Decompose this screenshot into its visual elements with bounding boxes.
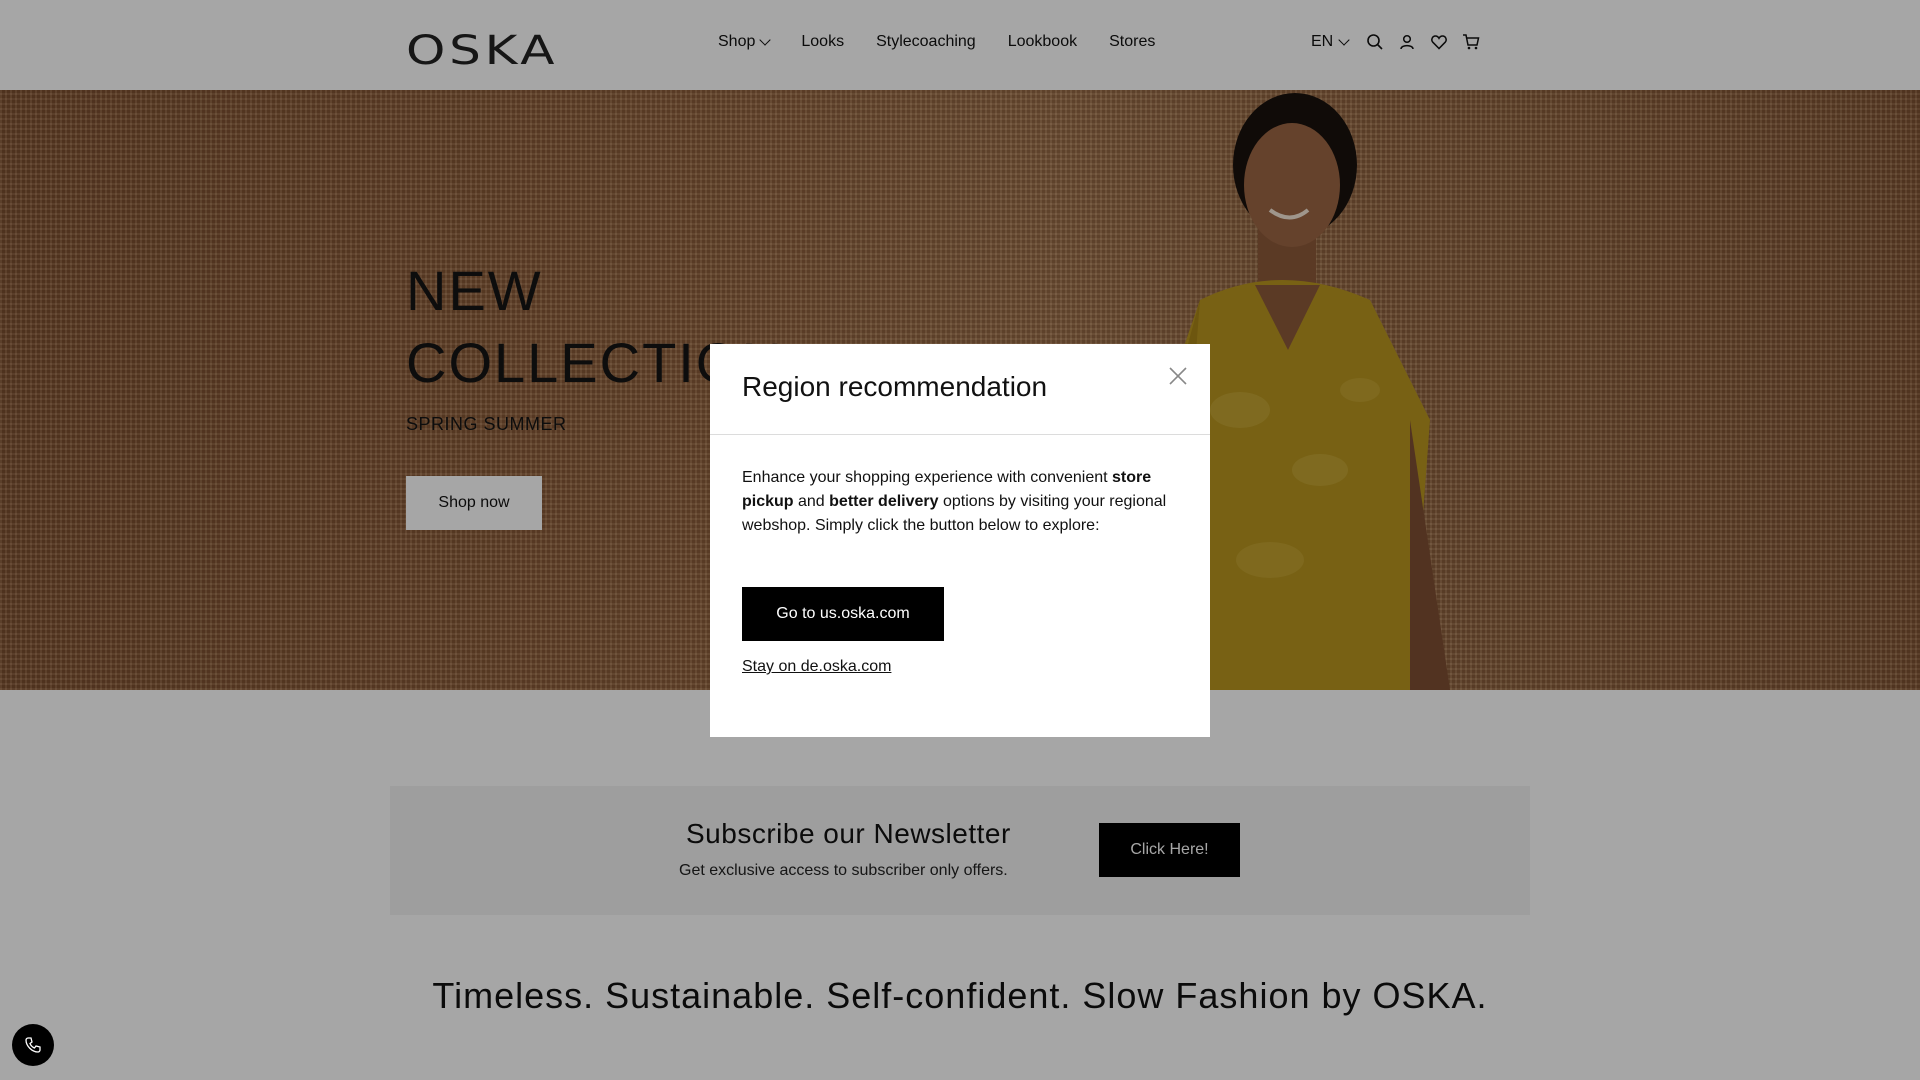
go-to-us-button[interactable]: Go to us.oska.com (742, 587, 944, 641)
modal-text-bold: better delivery (829, 493, 939, 510)
stay-on-de-link[interactable]: Stay on de.oska.com (742, 658, 891, 676)
modal-title: Region recommendation (742, 371, 1048, 402)
phone-icon (25, 1037, 41, 1053)
modal-text-part: and (793, 493, 830, 510)
phone-button[interactable] (12, 1024, 54, 1066)
modal-divider (710, 434, 1210, 435)
modal-body-text: Enhance your shopping experience with co… (742, 466, 1182, 538)
close-icon[interactable] (1166, 364, 1190, 388)
modal-text-part: Enhance your shopping experience with co… (742, 469, 1113, 486)
region-modal: Region recommendation Enhance your shopp… (710, 344, 1210, 737)
